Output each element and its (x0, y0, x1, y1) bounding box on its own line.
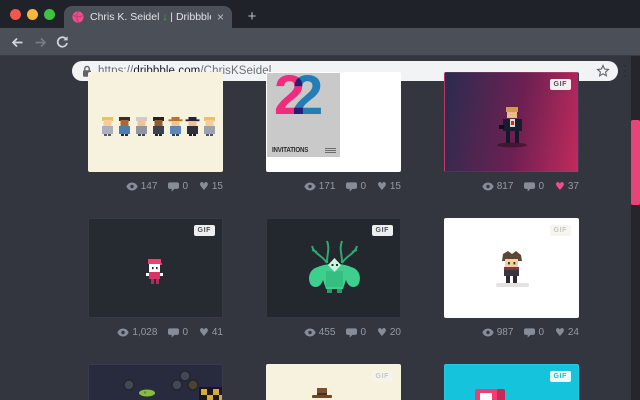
shot-image[interactable]: GIF (266, 364, 401, 400)
browser-toolbar: https://dribbble.com/ChrisKSeidel (0, 28, 640, 81)
window-close-button[interactable] (10, 9, 21, 20)
gif-badge: GIF (549, 79, 571, 91)
shot-stats: 817 0 ♥ 37 (444, 172, 579, 192)
new-tab-button[interactable]: + (242, 8, 262, 26)
heart-icon: ♥ (377, 326, 387, 339)
tab-close-icon[interactable]: × (217, 11, 224, 23)
likes-stat[interactable]: ♥ 20 (377, 327, 401, 338)
back-button[interactable] (9, 34, 26, 51)
shot-stats: 171 0 ♥ 15 (266, 172, 401, 192)
views-eye-icon (126, 182, 138, 191)
likes-stat[interactable]: ♥ 41 (199, 327, 223, 338)
heart-icon: ♥ (377, 180, 387, 193)
green-arrow-emoji: ↓ (162, 12, 168, 23)
comments-bubble-icon (524, 181, 536, 192)
shot-image[interactable]: GIF (444, 218, 579, 318)
views-stat[interactable]: 455 (304, 327, 335, 338)
gif-badge: GIF (371, 225, 393, 237)
window-minimize-button[interactable] (27, 9, 38, 20)
shot-artwork-poster: 2 2 INVITATIONS (267, 73, 340, 157)
poster-caption: INVITATIONS (272, 147, 336, 154)
window-zoom-button[interactable] (44, 9, 55, 20)
views-eye-icon (304, 182, 316, 191)
gif-badge: GIF (193, 225, 215, 237)
shot-card: 2 2 INVITATIONS 171 0 ♥ 15 (266, 72, 401, 192)
shot-image[interactable]: 2 2 INVITATIONS (266, 72, 401, 172)
gif-badge: GIF (549, 225, 571, 237)
dribbble-shot-grid: 147 0 ♥ 15 2 2 INVITATIONS 171 0 ♥ 15 GI… (0, 56, 640, 400)
comments-stat[interactable]: 0 (346, 327, 366, 338)
gif-badge: GIF (549, 371, 571, 383)
shot-stats: 987 0 ♥ 24 (444, 318, 579, 338)
views-stat[interactable]: 987 (482, 327, 513, 338)
comments-stat[interactable]: 0 (346, 181, 366, 192)
views-eye-icon (117, 328, 130, 337)
forward-button[interactable] (32, 34, 49, 51)
dribbble-favicon (72, 11, 84, 23)
tab-strip: Chris K. Seidel ↓ | Dribbble × + (0, 0, 640, 28)
scrollbar-track[interactable] (631, 56, 640, 400)
shot-card: GIF (444, 364, 579, 400)
scrollbar-thumb[interactable] (631, 120, 640, 205)
shot-stats: 455 0 ♥ 20 (266, 318, 401, 338)
views-stat[interactable]: 171 (304, 181, 335, 192)
comments-stat[interactable]: 0 (524, 181, 544, 192)
heart-icon: ♥ (199, 180, 209, 193)
likes-stat[interactable]: ♥ 15 (377, 181, 401, 192)
shot-card: GIF (266, 364, 401, 400)
views-stat[interactable]: 817 (482, 181, 513, 192)
gif-badge: GIF (371, 371, 393, 383)
reload-button[interactable] (54, 34, 71, 51)
heart-icon: ♥ (199, 326, 209, 339)
shot-image[interactable] (88, 72, 223, 172)
likes-stat[interactable]: ♥ 15 (199, 181, 223, 192)
comments-bubble-icon (168, 327, 180, 338)
views-eye-icon (304, 328, 316, 337)
heart-icon-liked: ♥ (555, 180, 565, 193)
shot-card: GIF 1,028 0 ♥ 41 (88, 218, 223, 338)
shot-image[interactable] (88, 364, 223, 400)
poster-fineprint (325, 148, 336, 153)
poster-number-blue: 2 (292, 73, 324, 126)
shot-image[interactable]: GIF (88, 218, 223, 318)
views-eye-icon (482, 182, 494, 191)
shot-artwork-game-scene (123, 370, 222, 400)
comments-stat[interactable]: 0 (168, 327, 188, 338)
browser-window: Chris K. Seidel ↓ | Dribbble × + https:/… (0, 0, 640, 400)
comments-stat[interactable]: 0 (524, 327, 544, 338)
tab-title: Chris K. Seidel ↓ | Dribbble (90, 11, 211, 23)
comments-stat[interactable]: 0 (168, 181, 188, 192)
comments-bubble-icon (524, 327, 536, 338)
comments-bubble-icon (346, 327, 358, 338)
shot-stats: 147 0 ♥ 15 (88, 172, 223, 192)
likes-stat[interactable]: ♥ 24 (555, 327, 579, 338)
views-stat[interactable]: 1,028 (117, 327, 157, 338)
shot-image[interactable]: GIF (444, 364, 579, 400)
shot-stats: 1,028 0 ♥ 41 (88, 318, 223, 338)
shot-card (88, 364, 223, 400)
views-stat[interactable]: 147 (126, 181, 157, 192)
shot-artwork-pixel-crowd (102, 117, 215, 136)
likes-stat[interactable]: ♥ 37 (555, 181, 579, 192)
browser-tab[interactable]: Chris K. Seidel ↓ | Dribbble × (64, 6, 232, 28)
views-eye-icon (482, 328, 494, 337)
comments-bubble-icon (346, 181, 358, 192)
shot-image[interactable]: GIF (444, 72, 579, 172)
heart-icon: ♥ (555, 326, 565, 339)
shot-image[interactable]: GIF (266, 218, 401, 318)
shot-card: GIF 817 0 ♥ 37 (444, 72, 579, 192)
comments-bubble-icon (168, 181, 180, 192)
shot-card: GIF 987 0 ♥ 24 (444, 218, 579, 338)
shot-card: GIF 455 0 ♥ 20 (266, 218, 401, 338)
shot-card: 147 0 ♥ 15 (88, 72, 223, 192)
